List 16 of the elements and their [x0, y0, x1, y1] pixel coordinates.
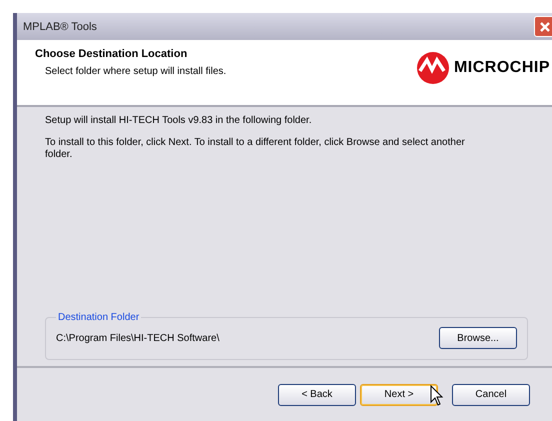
window-title: MPLAB® Tools: [23, 20, 97, 32]
mouse-pointer-icon: [430, 385, 444, 407]
logo-text: MICROCHIP: [454, 59, 550, 77]
wizard-button[interactable]: Cancel: [452, 384, 530, 406]
instruction-text: Setup will install HI-TECH Tools v9.83 in the following folder.: [45, 115, 313, 127]
group-legend: Destination Folder: [56, 312, 142, 323]
folder-path: C:\Program Files\HI-TECH Software\: [56, 332, 220, 344]
browse-button[interactable]: Browse...: [439, 327, 517, 349]
step-subtitle: Select folder where setup will install files.: [45, 66, 226, 77]
wizard-button[interactable]: < Back: [278, 384, 356, 406]
close-icon: [538, 20, 552, 34]
step-title: Choose Destination Location: [35, 48, 188, 60]
close-button[interactable]: [534, 16, 552, 37]
instruction-text: To install to this folder, click Next. To install to a different folder, click Browse and select another folder.: [45, 137, 466, 161]
logo-mark-icon: [416, 51, 450, 85]
wizard-button[interactable]: Next >: [360, 384, 438, 406]
